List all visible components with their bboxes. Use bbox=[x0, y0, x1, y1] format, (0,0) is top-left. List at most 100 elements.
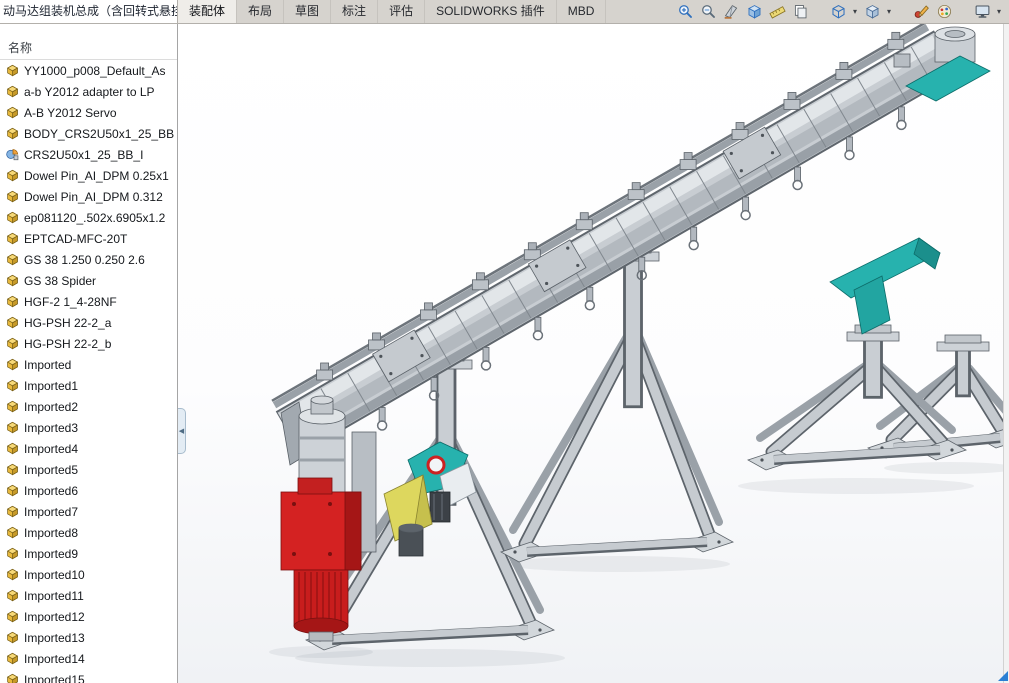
display-style-icon-dropdown[interactable]: ▾ bbox=[885, 2, 893, 22]
tree-item[interactable]: GS 38 1.250 0.250 2.6 bbox=[0, 249, 177, 270]
tree-item-label: Imported10 bbox=[24, 567, 85, 582]
tree-item[interactable]: BODY_CRS2U50x1_25_BB bbox=[0, 123, 177, 144]
tree-item[interactable]: YY1000_p008_Default_As bbox=[0, 60, 177, 81]
viewport-resize-corner bbox=[998, 671, 1008, 681]
view-orientation-icon-dropdown[interactable]: ▾ bbox=[851, 2, 859, 22]
assembly-visualization-icon[interactable] bbox=[744, 2, 764, 22]
tree-item-label: Dowel Pin_AI_DPM 0.25x1 bbox=[24, 168, 169, 183]
tree-item[interactable]: a-b Y2012 adapter to LP bbox=[0, 81, 177, 102]
tree-item[interactable]: HGF-2 1_4-28NF bbox=[0, 291, 177, 312]
tree-item[interactable]: Imported1 bbox=[0, 375, 177, 396]
tree-item[interactable]: Imported11 bbox=[0, 585, 177, 606]
tree-item-label: Imported3 bbox=[24, 420, 79, 435]
top-bar: 动马达组装机总成（含回转式悬挂 装配体 布局 草图 标注 评估 SOLIDWORKS 插件… bbox=[0, 0, 1009, 24]
tree-item[interactable]: GS 38 Spider bbox=[0, 270, 177, 291]
part-icon bbox=[5, 399, 20, 414]
part-icon bbox=[5, 525, 20, 540]
tree-item-label: Imported1 bbox=[24, 378, 79, 393]
part-icon bbox=[5, 126, 20, 141]
ribbon-tab-assembly[interactable]: 装配体 bbox=[178, 0, 238, 23]
part-icon bbox=[5, 672, 20, 683]
tree-item-label: GS 38 1.250 0.250 2.6 bbox=[24, 252, 145, 267]
view-settings-icon-dropdown[interactable]: ▾ bbox=[995, 2, 1003, 22]
tree-item[interactable]: ep081120_.502x.6905x1.2 bbox=[0, 207, 177, 228]
tree-item[interactable]: CRS2U50x1_25_BB_I bbox=[0, 144, 177, 165]
part-icon bbox=[5, 588, 20, 603]
tree-item[interactable]: HG-PSH 22-2_b bbox=[0, 333, 177, 354]
ribbon-tab-markup[interactable]: 标注 bbox=[331, 0, 379, 23]
tree-item[interactable]: Imported9 bbox=[0, 543, 177, 564]
tree-item[interactable]: Imported bbox=[0, 354, 177, 375]
part-icon bbox=[5, 168, 20, 183]
mass-properties-icon[interactable] bbox=[790, 2, 810, 22]
tree-item[interactable]: Imported5 bbox=[0, 459, 177, 480]
tree-item-label: Imported13 bbox=[24, 630, 85, 645]
part-icon bbox=[5, 378, 20, 393]
apply-scene-icon[interactable] bbox=[934, 2, 954, 22]
panel-collapse-handle[interactable]: ◀ bbox=[178, 408, 186, 454]
ribbon-tab-layout[interactable]: 布局 bbox=[237, 0, 285, 23]
tree-item[interactable]: Dowel Pin_AI_DPM 0.25x1 bbox=[0, 165, 177, 186]
part-icon bbox=[5, 630, 20, 645]
tree-item[interactable]: Imported14 bbox=[0, 648, 177, 669]
tree-item[interactable]: A-B Y2012 Servo bbox=[0, 102, 177, 123]
edit-appearance-icon[interactable] bbox=[911, 2, 931, 22]
tree-list: YY1000_p008_Default_As a-b Y2012 adapter … bbox=[0, 60, 177, 683]
ribbon-tab-mbd[interactable]: MBD bbox=[557, 0, 607, 23]
toolbar-separator bbox=[957, 11, 969, 12]
tree-column-header[interactable]: 名称 bbox=[0, 38, 177, 60]
view-settings-icon[interactable] bbox=[972, 2, 992, 22]
part-icon bbox=[5, 483, 20, 498]
assembly-title: 动马达组装机总成（含回转式悬挂 bbox=[0, 0, 178, 23]
tree-item-label: Imported15 bbox=[24, 672, 85, 683]
feature-tree-panel: 名称 YY1000_p008_Default_As a-b Y2012 adapt… bbox=[0, 24, 178, 683]
tree-item-label: GS 38 Spider bbox=[24, 273, 97, 288]
tree-item-label: Imported2 bbox=[24, 399, 79, 414]
ribbon-tab-addins[interactable]: SOLIDWORKS 插件 bbox=[425, 0, 557, 23]
rotary-fixture[interactable] bbox=[383, 441, 477, 557]
zoom-in-icon[interactable] bbox=[675, 2, 695, 22]
main-beam[interactable] bbox=[271, 24, 959, 466]
part-icon bbox=[5, 294, 20, 309]
part-icon bbox=[5, 252, 20, 267]
tree-item[interactable]: Imported10 bbox=[0, 564, 177, 585]
tree-item[interactable]: Imported3 bbox=[0, 417, 177, 438]
section-view-icon[interactable] bbox=[721, 2, 741, 22]
tree-item[interactable]: Imported8 bbox=[0, 522, 177, 543]
tree-item-label: Imported12 bbox=[24, 609, 85, 624]
ribbon-tab-evaluate[interactable]: 评估 bbox=[378, 0, 426, 23]
suspension-arm-teal[interactable] bbox=[829, 237, 941, 335]
measure-icon[interactable] bbox=[767, 2, 787, 22]
tree-item-label: Imported5 bbox=[24, 462, 79, 477]
tree-item[interactable]: Imported12 bbox=[0, 606, 177, 627]
tree-item[interactable]: Imported6 bbox=[0, 480, 177, 501]
tree-item-label: Dowel Pin_AI_DPM 0.312 bbox=[24, 189, 163, 204]
part-icon bbox=[5, 231, 20, 246]
display-style-icon[interactable] bbox=[862, 2, 882, 22]
tree-item[interactable]: HG-PSH 22-2_a bbox=[0, 312, 177, 333]
vertical-scrollbar[interactable] bbox=[1003, 24, 1009, 683]
tree-item[interactable]: Imported15 bbox=[0, 669, 177, 683]
tree-item[interactable]: Imported7 bbox=[0, 501, 177, 522]
tree-item-label: Imported6 bbox=[24, 483, 79, 498]
tree-item-label: HG-PSH 22-2_b bbox=[24, 336, 112, 351]
tree-item-label: Imported4 bbox=[24, 441, 79, 456]
tree-item[interactable]: Imported13 bbox=[0, 627, 177, 648]
graphics-viewport[interactable]: ◀ bbox=[178, 24, 1003, 683]
tree-item-label: Imported14 bbox=[24, 651, 85, 666]
tree-item[interactable]: Imported4 bbox=[0, 438, 177, 459]
part-icon bbox=[5, 63, 20, 78]
tree-item[interactable]: Imported2 bbox=[0, 396, 177, 417]
ribbon-tab-sketch[interactable]: 草图 bbox=[284, 0, 332, 23]
tree-item-label: Imported8 bbox=[24, 525, 79, 540]
part-icon bbox=[5, 357, 20, 372]
tree-item-label: BODY_CRS2U50x1_25_BB bbox=[24, 126, 175, 141]
part-icon bbox=[5, 84, 20, 99]
model-3d-view[interactable] bbox=[178, 24, 1003, 683]
tree-item[interactable]: EPTCAD-MFC-20T bbox=[0, 228, 177, 249]
main-area: 名称 YY1000_p008_Default_As a-b Y2012 adapt… bbox=[0, 24, 1009, 683]
tree-item[interactable]: Dowel Pin_AI_DPM 0.312 bbox=[0, 186, 177, 207]
view-orientation-icon[interactable] bbox=[828, 2, 848, 22]
tree-item-label: HGF-2 1_4-28NF bbox=[24, 294, 117, 309]
zoom-area-icon[interactable] bbox=[698, 2, 718, 22]
